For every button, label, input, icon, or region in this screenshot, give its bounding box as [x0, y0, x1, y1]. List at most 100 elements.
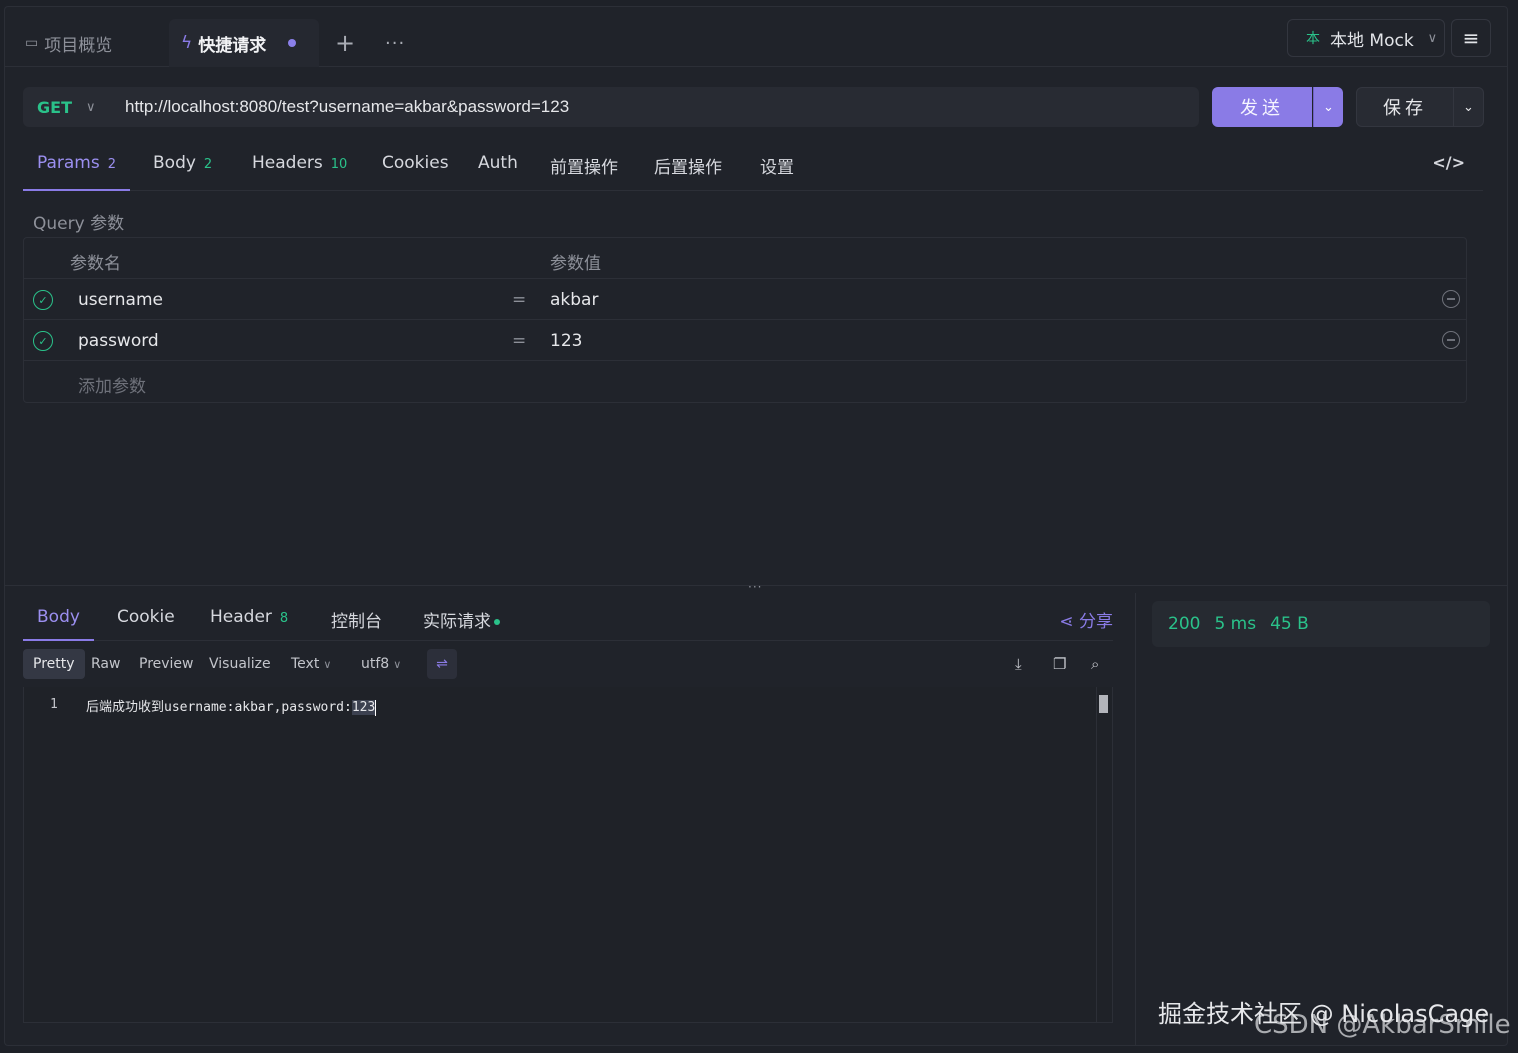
- response-tabs: Body Cookie Header 8 控制台 实际请求 ⋖ 分享: [23, 597, 1113, 641]
- tab-count: 2: [203, 157, 213, 172]
- tab-auth[interactable]: Auth: [478, 153, 518, 191]
- share-button[interactable]: ⋖ 分享: [1059, 607, 1113, 632]
- add-param-row[interactable]: 添加参数: [24, 361, 1466, 402]
- tab-bar: ▭ 项目概览 ϟ 快捷请求 + ··· 本 本地 Mock ∨ ≡: [5, 7, 1507, 67]
- tab-cookies[interactable]: Cookies: [382, 153, 449, 191]
- environment-select[interactable]: 本 本地 Mock ∨: [1287, 19, 1445, 57]
- env-label: 本地 Mock: [1330, 30, 1414, 51]
- type-select[interactable]: Text ∨: [281, 649, 341, 679]
- send-options-chevron-icon[interactable]: ⌄: [1313, 87, 1343, 127]
- tab-label: 后置操作: [654, 158, 722, 178]
- param-value[interactable]: 123: [550, 331, 582, 351]
- code-icon[interactable]: </>: [1432, 153, 1465, 172]
- query-params-label: Query 参数: [33, 214, 125, 234]
- tab-label: 项目概览: [44, 35, 113, 56]
- add-tab-button[interactable]: +: [335, 19, 355, 67]
- tab-label: Body: [153, 153, 196, 173]
- menu-icon[interactable]: ≡: [1451, 19, 1491, 57]
- tab-body[interactable]: Body 2: [153, 153, 212, 191]
- encoding-select[interactable]: utf8 ∨: [351, 649, 411, 679]
- encoding-label: utf8: [361, 656, 390, 672]
- tab-quick-request[interactable]: ϟ 快捷请求: [169, 19, 319, 67]
- method-select[interactable]: GET ∨: [23, 98, 113, 117]
- tab-headers[interactable]: Headers 10: [252, 153, 347, 191]
- response-body-editor[interactable]: 1 后端成功收到username:akbar,password:123: [23, 687, 1113, 1023]
- chevron-down-icon: ∨: [393, 657, 402, 671]
- word-wrap-icon[interactable]: ⇌: [427, 649, 457, 679]
- header-param-value: 参数值: [550, 254, 601, 274]
- param-name[interactable]: username: [78, 290, 163, 310]
- watermark-csdn: CSDN @AkbarSmile: [1254, 1010, 1511, 1040]
- env-badge-icon: 本: [1306, 31, 1320, 47]
- unsaved-dot-icon: [288, 39, 297, 47]
- tab-params[interactable]: Params 2: [23, 153, 131, 191]
- download-icon[interactable]: ⤓: [1015, 655, 1022, 673]
- tab-label: 控制台: [331, 612, 382, 632]
- chevron-down-icon: ∨: [85, 99, 96, 115]
- format-preview[interactable]: Preview: [129, 649, 204, 679]
- param-name[interactable]: password: [78, 331, 159, 351]
- table-row: ✓ username = akbar: [24, 279, 1466, 320]
- response-body-line[interactable]: 后端成功收到username:akbar,password:123: [86, 696, 377, 716]
- equals-sign: =: [512, 331, 527, 351]
- vertical-scrollbar[interactable]: [1096, 687, 1110, 1023]
- search-icon[interactable]: ⌕: [1091, 655, 1099, 673]
- url-input[interactable]: [113, 97, 1199, 117]
- status-summary: 200 5 ms 45 B: [1152, 601, 1490, 647]
- tab-console[interactable]: 控制台: [331, 607, 382, 641]
- equals-sign: =: [512, 290, 527, 310]
- chevron-down-icon: ∨: [1427, 30, 1438, 46]
- more-icon[interactable]: ···: [385, 19, 405, 67]
- share-label: 分享: [1079, 612, 1113, 632]
- response-size: 45 B: [1270, 614, 1309, 634]
- tab-label: Cookies: [382, 153, 449, 173]
- app-window: ▭ 项目概览 ϟ 快捷请求 + ··· 本 本地 Mock ∨ ≡ GET ∨ …: [4, 6, 1508, 1046]
- tab-response-body[interactable]: Body: [23, 607, 94, 641]
- layout-icon: ▭: [25, 35, 39, 51]
- type-label: Text: [291, 656, 320, 672]
- drag-handle-icon[interactable]: ···: [748, 580, 762, 594]
- tab-label: 前置操作: [550, 158, 618, 178]
- table-header: 参数名 参数值: [24, 238, 1466, 279]
- tab-settings[interactable]: 设置: [760, 153, 794, 191]
- tab-label: Header: [210, 607, 272, 627]
- format-raw[interactable]: Raw: [81, 649, 130, 679]
- send-button[interactable]: 发送: [1212, 87, 1312, 127]
- scrollbar-thumb[interactable]: [1099, 695, 1108, 713]
- panel-splitter[interactable]: ···: [5, 580, 1507, 594]
- status-dot-icon: [494, 619, 500, 625]
- chevron-down-icon: ∨: [323, 657, 332, 671]
- tab-label: 设置: [760, 158, 794, 178]
- tab-label: 实际请求: [423, 612, 491, 632]
- param-value[interactable]: akbar: [550, 290, 598, 310]
- selected-text: 123: [351, 700, 376, 715]
- format-pretty[interactable]: Pretty: [23, 649, 85, 679]
- tab-project-overview[interactable]: ▭ 项目概览: [25, 19, 112, 67]
- tab-response-cookie[interactable]: Cookie: [117, 607, 175, 641]
- format-visualize[interactable]: Visualize: [199, 649, 281, 679]
- remove-icon[interactable]: [1442, 331, 1460, 349]
- add-param-placeholder[interactable]: 添加参数: [78, 372, 146, 397]
- tab-count: 10: [330, 157, 348, 172]
- text-caret: [375, 699, 377, 716]
- save-options-chevron-icon[interactable]: ⌄: [1454, 87, 1484, 127]
- tab-actual-request[interactable]: 实际请求: [423, 607, 500, 641]
- tab-label: Headers: [252, 153, 323, 173]
- tab-label: Cookie: [117, 607, 175, 627]
- tab-count: 8: [279, 611, 289, 626]
- format-toolbar: Pretty Raw Preview Visualize Text ∨ utf8 ∨…: [23, 649, 1113, 681]
- lightning-icon: ϟ: [181, 33, 193, 53]
- copy-icon[interactable]: ❐: [1053, 655, 1066, 673]
- tab-label: 快捷请求: [198, 35, 267, 56]
- request-tabs: Params 2 Body 2 Headers 10 Cookies Auth 前置操…: [23, 139, 1483, 191]
- tab-response-header[interactable]: Header 8: [210, 607, 288, 641]
- header-param-name: 参数名: [70, 254, 121, 274]
- check-icon[interactable]: ✓: [33, 331, 53, 351]
- method-label: GET: [37, 97, 72, 117]
- share-icon: ⋖: [1059, 612, 1074, 632]
- tab-pre-request[interactable]: 前置操作: [550, 153, 618, 191]
- save-button[interactable]: 保存: [1356, 87, 1454, 127]
- tab-post-request[interactable]: 后置操作: [654, 153, 722, 191]
- check-icon[interactable]: ✓: [33, 290, 53, 310]
- remove-icon[interactable]: [1442, 290, 1460, 308]
